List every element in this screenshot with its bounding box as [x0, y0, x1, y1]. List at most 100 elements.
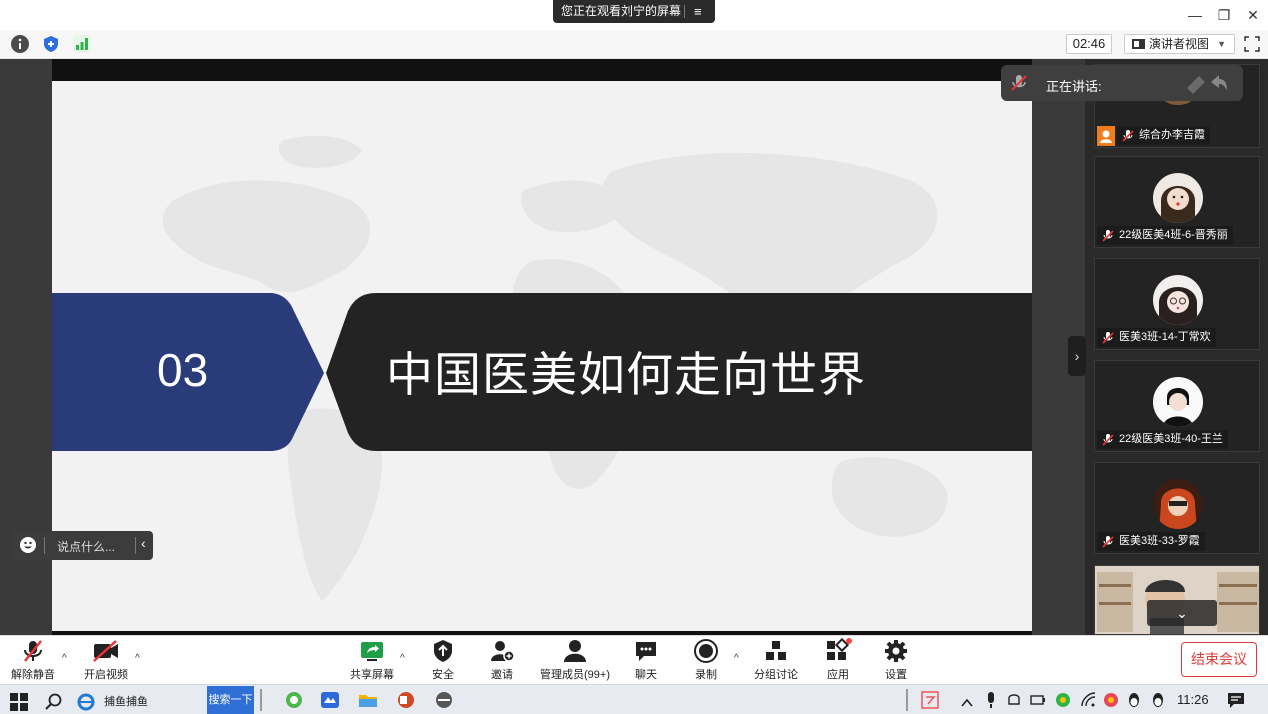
divider: [684, 5, 685, 18]
security-label: 安全: [432, 669, 454, 681]
record-label: 录制: [695, 669, 717, 681]
divider: [135, 537, 136, 554]
qq-icon[interactable]: [1126, 689, 1142, 711]
participant-name: 22级医美4班-6-晋秀丽: [1119, 229, 1228, 241]
invite-button[interactable]: 邀请: [482, 638, 522, 682]
participant-tile[interactable]: 22级医美4班-6-晋秀丽: [1094, 156, 1260, 248]
emoji-icon[interactable]: [20, 537, 36, 553]
signal-icon[interactable]: [73, 35, 91, 53]
host-badge-icon: [1097, 126, 1115, 146]
mic-muted-icon: [1102, 434, 1114, 446]
breakout-rooms-icon: [766, 641, 786, 660]
ie-browser-icon[interactable]: [77, 691, 95, 713]
unmute-label: 解除静音: [11, 669, 55, 681]
participant-name: 医美3班-33-罗霞: [1119, 535, 1200, 547]
audio-options-chevron-icon[interactable]: ^: [62, 653, 67, 664]
record-icon: [694, 639, 718, 663]
browser-icon[interactable]: [284, 689, 304, 711]
microphone-icon[interactable]: [984, 689, 998, 711]
participant-tile[interactable]: 医美3班-14-丁常欢: [1094, 258, 1260, 350]
participants-icon: [564, 640, 586, 662]
avatar: [1153, 275, 1203, 325]
manage-members-button[interactable]: 管理成员(99+): [534, 638, 616, 682]
invite-label: 邀请: [491, 669, 513, 681]
collapse-chat-icon[interactable]: ‹: [141, 535, 146, 551]
quick-chat-pill[interactable]: 说点什么... ‹: [12, 531, 153, 560]
shield-icon[interactable]: [42, 35, 60, 53]
folder-icon[interactable]: [358, 689, 378, 711]
meeting-controls-bar: 解除静音 ^ 开启视频 ^ 共享屏幕 ^ 安全 邀请 管理成员(99+) 聊天: [0, 635, 1268, 684]
collapse-panel-button[interactable]: ›: [1068, 336, 1086, 376]
close-button[interactable]: ✕: [1242, 4, 1264, 26]
meeting-app-icon[interactable]: [320, 689, 340, 711]
app-icon[interactable]: [434, 689, 454, 711]
browser-task-label[interactable]: 捕鱼捕鱼: [104, 693, 148, 709]
mic-muted-icon: [1102, 230, 1114, 242]
view-mode-dropdown[interactable]: 演讲者视图 ▼: [1124, 34, 1235, 54]
action-center-icon[interactable]: [1227, 689, 1245, 711]
chevron-up-icon[interactable]: [960, 692, 974, 714]
minimize-button[interactable]: —: [1184, 4, 1206, 26]
avatar: [1153, 479, 1203, 529]
viewing-banner[interactable]: 您正在观看刘宁的屏幕 ≡: [553, 0, 715, 23]
video-off-icon: [93, 640, 118, 662]
powerpoint-icon[interactable]: [396, 689, 416, 711]
search-web-button[interactable]: 搜索一下: [207, 686, 254, 714]
settings-button[interactable]: 设置: [876, 638, 916, 682]
gear-icon: [885, 640, 907, 662]
system-clock: 11:26: [1177, 692, 1209, 707]
slide-title: 中国医美如何走向世界: [386, 348, 866, 403]
settings-label: 设置: [885, 669, 907, 681]
security-center-icon[interactable]: [1054, 689, 1072, 711]
participant-tile[interactable]: ⌄: [1094, 565, 1260, 635]
tray-app-icon[interactable]: [1102, 689, 1120, 711]
share-screen-label: 共享屏幕: [350, 669, 394, 681]
pin-icon[interactable]: [1185, 72, 1229, 94]
speaking-label: 正在讲话:: [1046, 79, 1102, 94]
menu-icon[interactable]: ≡: [694, 0, 702, 23]
scroll-down-button[interactable]: ⌄: [1147, 600, 1217, 626]
layout-icon: [1132, 39, 1145, 49]
search-icon[interactable]: [45, 691, 63, 713]
qq-icon[interactable]: [1150, 689, 1166, 711]
input-method-icon[interactable]: [921, 689, 939, 711]
active-speaker-banner: 正在讲话:: [1001, 65, 1243, 101]
breakout-button[interactable]: 分组讨论: [752, 638, 800, 682]
fullscreen-icon[interactable]: [1244, 36, 1260, 52]
participant-tile[interactable]: 医美3班-33-罗霞: [1094, 462, 1260, 554]
share-options-chevron-icon[interactable]: ^: [400, 653, 405, 664]
unmute-button[interactable]: 解除静音: [8, 638, 58, 682]
wifi-icon[interactable]: [1080, 689, 1096, 711]
manage-members-label: 管理成员(99+): [540, 669, 610, 681]
participant-tile[interactable]: 22级医美3班-40-王兰: [1094, 360, 1260, 452]
divider: [260, 689, 262, 711]
start-video-button[interactable]: 开启视频: [80, 638, 132, 682]
chat-button[interactable]: 聊天: [626, 638, 666, 682]
end-meeting-button[interactable]: 结束会议: [1181, 642, 1257, 677]
participant-name-tag: 医美3班-14-丁常欢: [1097, 328, 1216, 347]
viewing-label: 您正在观看刘宁的屏幕: [561, 4, 682, 18]
mic-muted-icon: [1011, 75, 1027, 91]
info-icon[interactable]: [11, 35, 29, 53]
share-screen-button[interactable]: 共享屏幕: [347, 638, 397, 682]
participant-name-tag: 综合办李吉霞: [1117, 126, 1210, 145]
apps-button[interactable]: 应用: [818, 638, 858, 682]
video-options-chevron-icon[interactable]: ^: [135, 653, 140, 664]
os-taskbar: 捕鱼捕鱼 搜索一下 11:26: [0, 684, 1268, 714]
battery-icon[interactable]: [1030, 689, 1046, 711]
notification-bell-icon[interactable]: [1006, 689, 1022, 711]
participant-name-tag: 医美3班-33-罗霞: [1097, 532, 1205, 551]
restore-button[interactable]: ❐: [1213, 4, 1235, 26]
record-button[interactable]: 录制: [686, 638, 726, 682]
security-button[interactable]: 安全: [423, 638, 463, 682]
windows-start-icon[interactable]: [10, 691, 28, 713]
slide-top-band: [52, 59, 1032, 81]
divider: [906, 689, 908, 711]
avatar: [1153, 173, 1203, 223]
participant-name-tag: 22级医美4班-6-晋秀丽: [1097, 226, 1233, 245]
record-options-chevron-icon[interactable]: ^: [734, 653, 739, 664]
start-video-label: 开启视频: [84, 669, 128, 681]
chat-placeholder[interactable]: 说点什么...: [57, 538, 115, 555]
participant-name: 综合办李吉霞: [1139, 129, 1205, 141]
chevron-down-icon: ▼: [1217, 39, 1226, 49]
